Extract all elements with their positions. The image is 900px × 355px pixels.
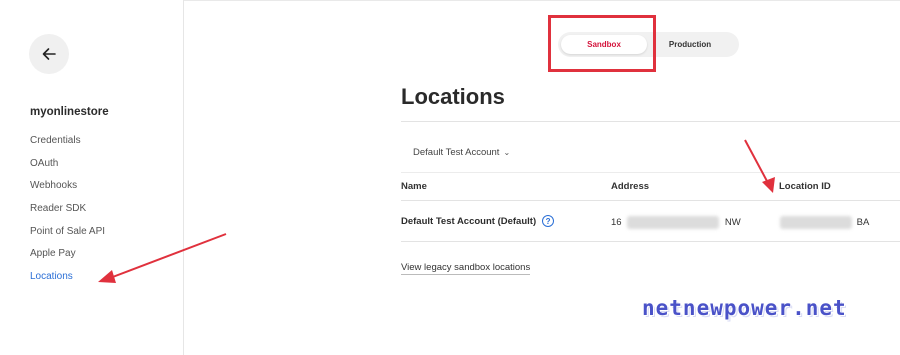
sidebar-item-apple-pay[interactable]: Apple Pay bbox=[30, 247, 105, 270]
redacted-address bbox=[627, 216, 720, 229]
arrow-to-location-id bbox=[744, 139, 775, 193]
redacted-location-id bbox=[780, 216, 852, 229]
location-address-cell: 16 NW bbox=[611, 216, 741, 229]
sidebar: myonlinestore Credentials OAuth Webhooks… bbox=[0, 0, 184, 355]
sidebar-nav: Credentials OAuth Webhooks Reader SDK Po… bbox=[30, 134, 105, 293]
divider bbox=[401, 121, 900, 122]
column-header-location-id: Location ID bbox=[779, 181, 831, 192]
back-button[interactable] bbox=[29, 34, 69, 74]
view-legacy-sandbox-locations-link[interactable]: View legacy sandbox locations bbox=[401, 262, 531, 275]
sidebar-item-credentials[interactable]: Credentials bbox=[30, 134, 105, 157]
app-name: myonlinestore bbox=[30, 106, 109, 118]
sidebar-item-oauth[interactable]: OAuth bbox=[30, 157, 105, 180]
column-header-name: Name bbox=[401, 181, 427, 192]
arrow-left-icon bbox=[42, 48, 56, 60]
annotation-highlight-box bbox=[548, 15, 656, 72]
sidebar-item-webhooks[interactable]: Webhooks bbox=[30, 179, 105, 202]
column-header-address: Address bbox=[611, 181, 650, 192]
account-select-dropdown[interactable]: Default Test Account ⌄ bbox=[413, 147, 510, 158]
location-name-cell: Default Test Account (Default) ? bbox=[401, 215, 555, 227]
divider bbox=[401, 200, 900, 201]
divider bbox=[401, 172, 900, 173]
divider bbox=[401, 241, 900, 242]
watermark: netnewpower.net bbox=[642, 296, 847, 320]
address-suffix: NW bbox=[724, 217, 741, 229]
sidebar-item-reader-sdk[interactable]: Reader SDK bbox=[30, 202, 105, 225]
address-prefix: 16 bbox=[611, 217, 622, 229]
production-tab[interactable]: Production bbox=[647, 35, 733, 54]
account-select-label: Default Test Account bbox=[413, 147, 500, 158]
sidebar-item-locations[interactable]: Locations bbox=[30, 270, 105, 293]
location-name[interactable]: Default Test Account (Default) bbox=[401, 216, 536, 227]
page-title: Locations bbox=[401, 84, 505, 109]
sidebar-item-point-of-sale-api[interactable]: Point of Sale API bbox=[30, 225, 105, 248]
chevron-down-icon: ⌄ bbox=[503, 148, 511, 157]
location-id-suffix: BA bbox=[856, 217, 870, 229]
info-icon[interactable]: ? bbox=[542, 215, 555, 227]
location-id-cell: BA bbox=[780, 216, 869, 229]
